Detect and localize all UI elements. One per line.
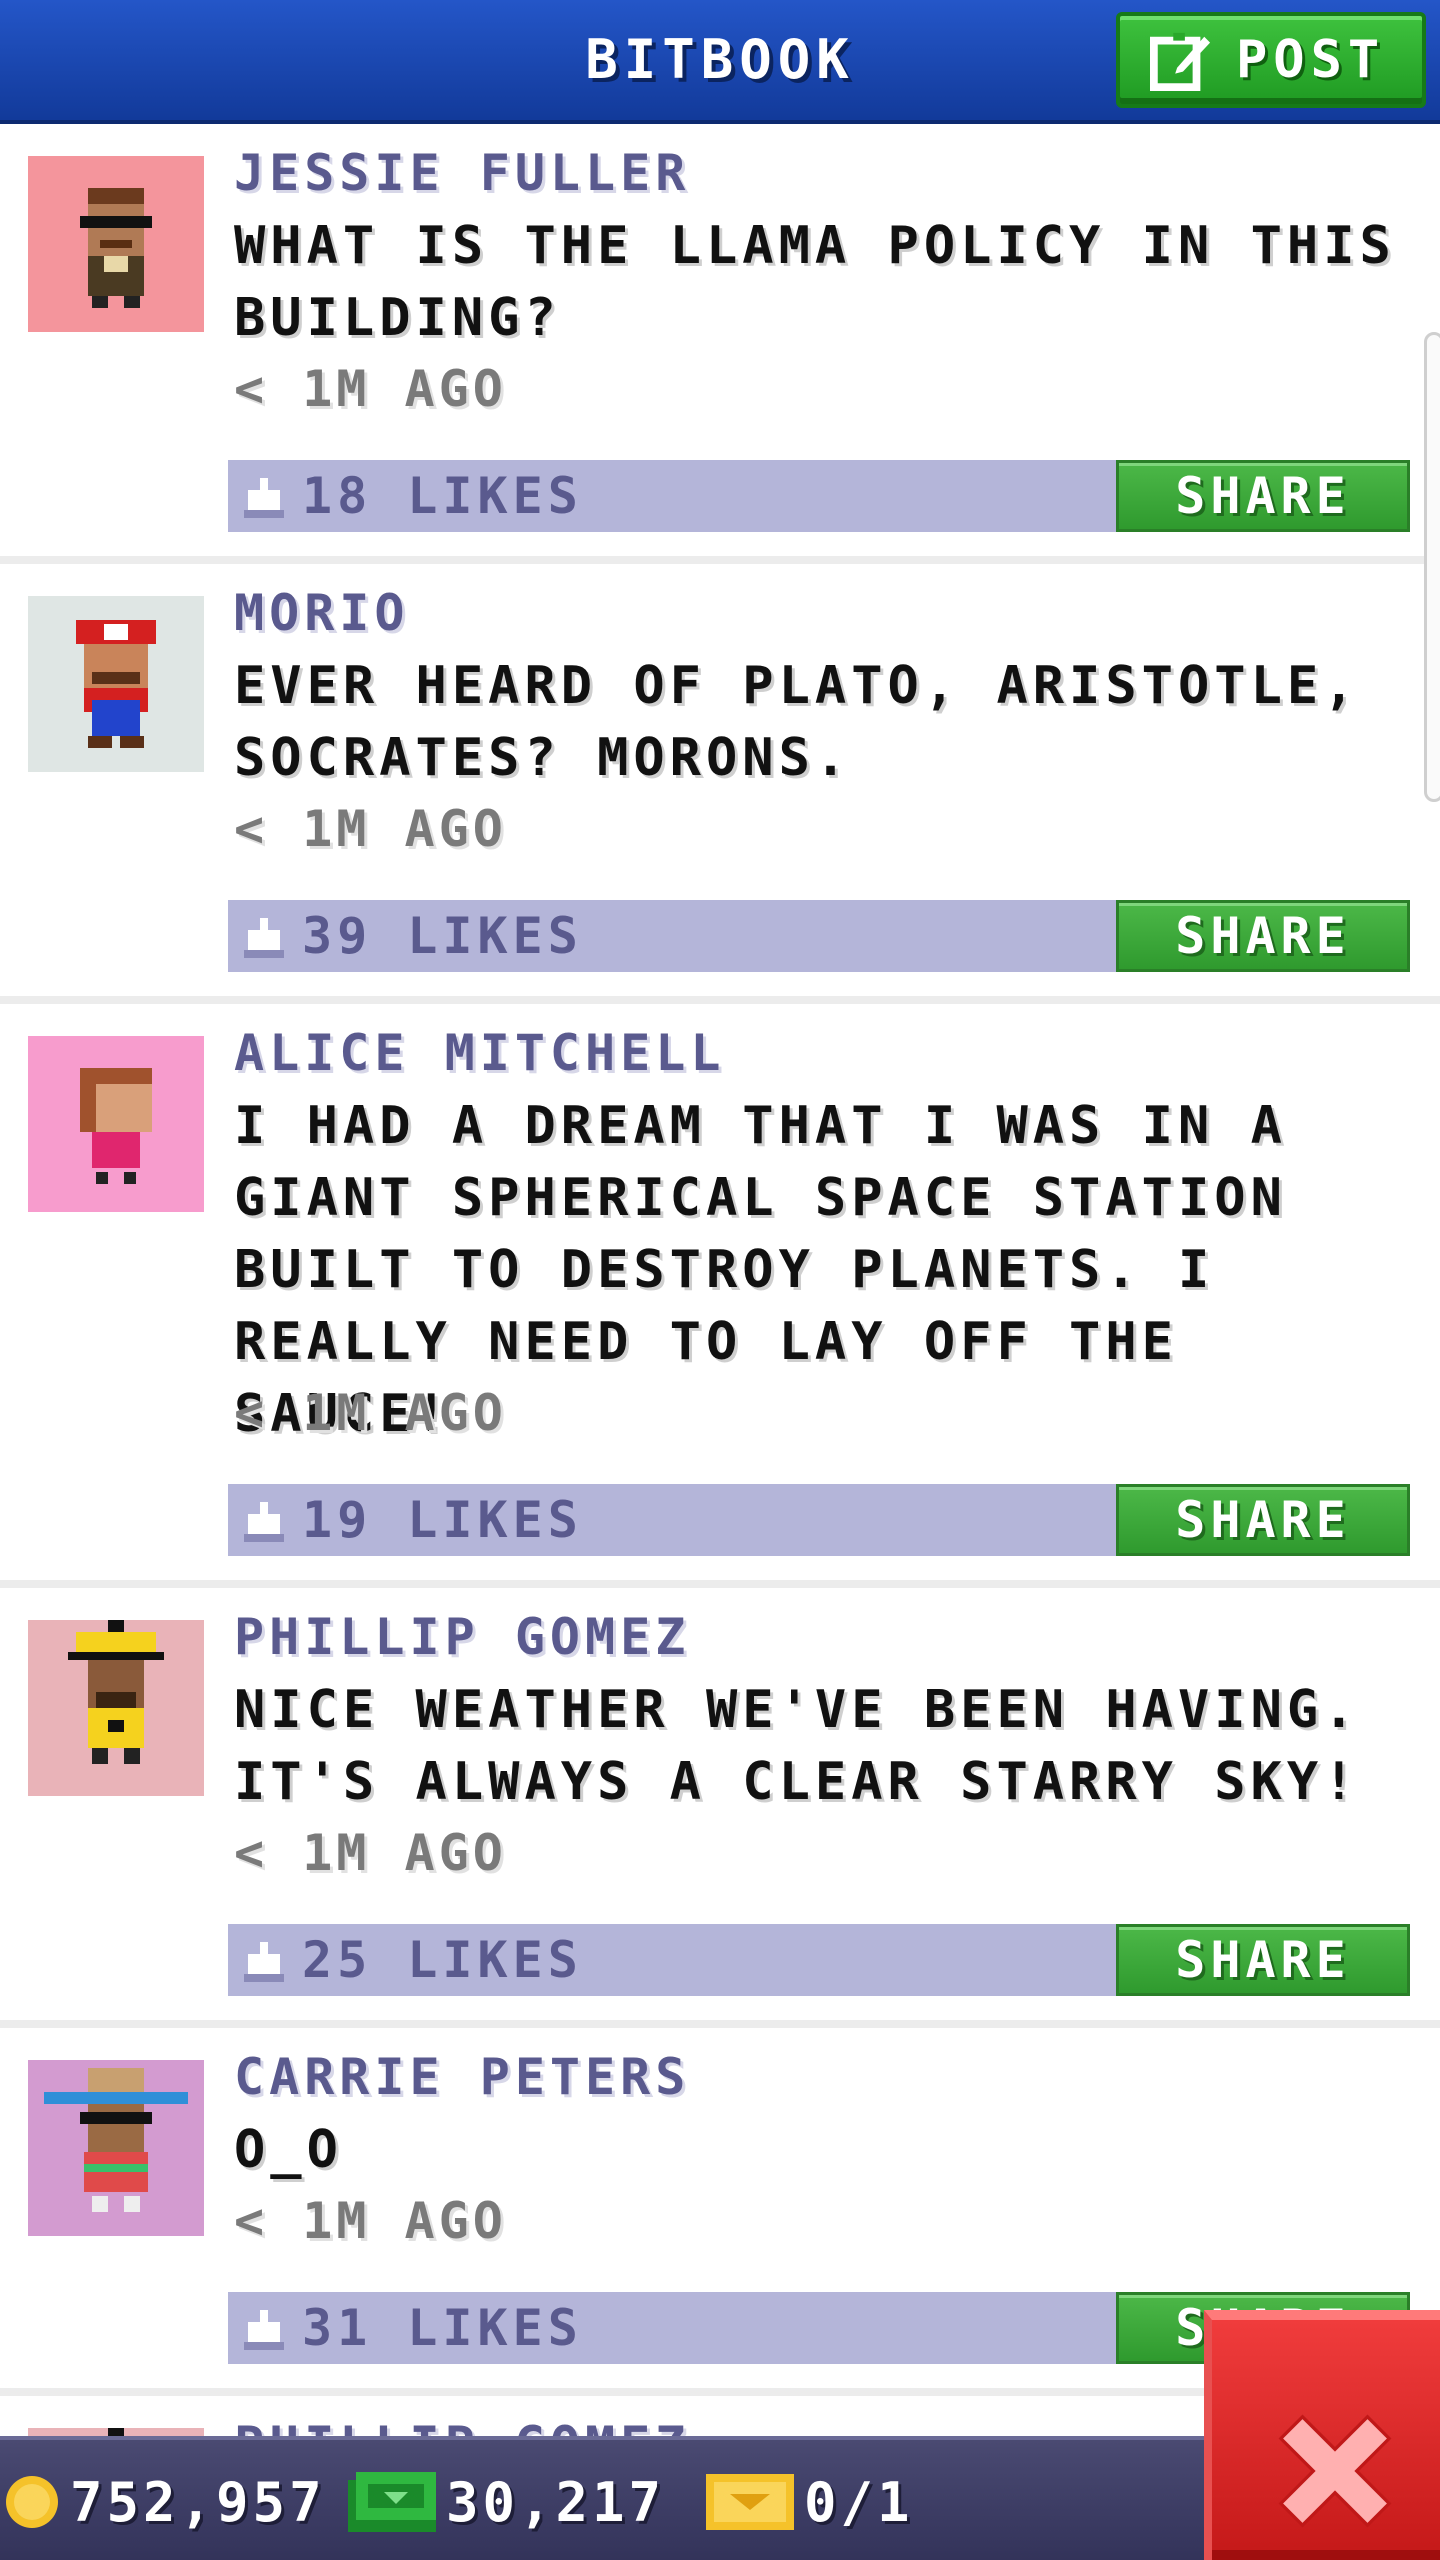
- scrollbar[interactable]: [1424, 332, 1440, 802]
- avatar-image: [28, 1620, 204, 1796]
- post-time: < 1M AGO: [234, 360, 507, 418]
- coins-value: 752,957: [70, 2470, 326, 2534]
- post-message: EVER HEARD OF PLATO, ARISTOTLE, SOCRATES…: [234, 656, 1360, 788]
- post-message: NICE WEATHER WE'VE BEEN HAVING. IT'S ALW…: [234, 1680, 1360, 1812]
- post-author[interactable]: ALICE MITCHELL: [234, 1024, 725, 1082]
- feed-post: ALICE MITCHELL I HAD A DREAM THAT I WAS …: [0, 1004, 1440, 1588]
- tickets-value: 0/1: [804, 2470, 914, 2534]
- like-icon[interactable]: [244, 478, 284, 518]
- likes-bar: 39 LIKES SHARE: [228, 900, 1410, 972]
- post-author[interactable]: CARRIE PETERS: [234, 2048, 690, 2106]
- likes-count: 25 LIKES: [302, 1931, 583, 1989]
- avatar: [28, 1036, 204, 1212]
- like-icon[interactable]: [244, 1502, 284, 1542]
- avatar-image: [28, 596, 204, 772]
- post-message: O_O: [234, 2120, 343, 2180]
- like-icon[interactable]: [244, 2310, 284, 2350]
- feed-post: PHILLIP GOMEZ NICE WEATHER WE'VE BEEN HA…: [0, 1588, 1440, 2028]
- post-time: < 1M AGO: [234, 2192, 507, 2250]
- avatar-image: [28, 2060, 204, 2236]
- share-button[interactable]: SHARE: [1116, 460, 1410, 532]
- close-button[interactable]: [1204, 2310, 1440, 2560]
- avatar: [28, 596, 204, 772]
- likes-count: 31 LIKES: [302, 2299, 583, 2357]
- post-message: WHAT IS THE LLAMA POLICY IN THIS BUILDIN…: [234, 216, 1396, 348]
- share-button[interactable]: SHARE: [1116, 1924, 1410, 1996]
- bux-value: 30,217: [446, 2470, 666, 2534]
- post-time: < 1M AGO: [234, 1824, 507, 1882]
- avatar: [28, 1620, 204, 1796]
- app-header: BITBOOK POST: [0, 0, 1440, 124]
- compose-icon: [1150, 32, 1211, 91]
- likes-count: 18 LIKES: [302, 467, 583, 525]
- post-author[interactable]: PHILLIP GOMEZ: [234, 1608, 690, 1666]
- coins-stat: 752,957: [4, 2440, 326, 2560]
- avatar-image: [28, 156, 204, 332]
- post-author[interactable]: JESSIE FULLER: [234, 144, 690, 202]
- share-button[interactable]: SHARE: [1116, 1484, 1410, 1556]
- share-button[interactable]: SHARE: [1116, 900, 1410, 972]
- feed-post: JESSIE FULLER WHAT IS THE LLAMA POLICY I…: [0, 124, 1440, 564]
- avatar-image: [28, 1036, 204, 1212]
- likes-bar: 19 LIKES SHARE: [228, 1484, 1410, 1556]
- avatar: [28, 156, 204, 332]
- close-icon: [1278, 2414, 1392, 2528]
- bux-icon: [348, 2472, 436, 2532]
- tickets-stat: 0/1: [706, 2440, 914, 2560]
- likes-count: 39 LIKES: [302, 907, 583, 965]
- post-author[interactable]: MORIO: [234, 584, 410, 642]
- likes-bar: 18 LIKES SHARE: [228, 460, 1410, 532]
- likes-count: 19 LIKES: [302, 1491, 583, 1549]
- post-button-label: POST: [1236, 30, 1386, 90]
- avatar: [28, 2060, 204, 2236]
- like-icon[interactable]: [244, 1942, 284, 1982]
- feed-post: MORIO EVER HEARD OF PLATO, ARISTOTLE, SO…: [0, 564, 1440, 1004]
- bux-stat: 30,217: [348, 2440, 665, 2560]
- post-time: < 1M AGO: [234, 1384, 507, 1442]
- post-button[interactable]: POST: [1116, 12, 1426, 108]
- post-time: < 1M AGO: [234, 800, 507, 858]
- like-icon[interactable]: [244, 918, 284, 958]
- likes-bar: 25 LIKES SHARE: [228, 1924, 1410, 1996]
- coin-icon: [6, 2476, 58, 2528]
- ticket-icon: [706, 2474, 794, 2530]
